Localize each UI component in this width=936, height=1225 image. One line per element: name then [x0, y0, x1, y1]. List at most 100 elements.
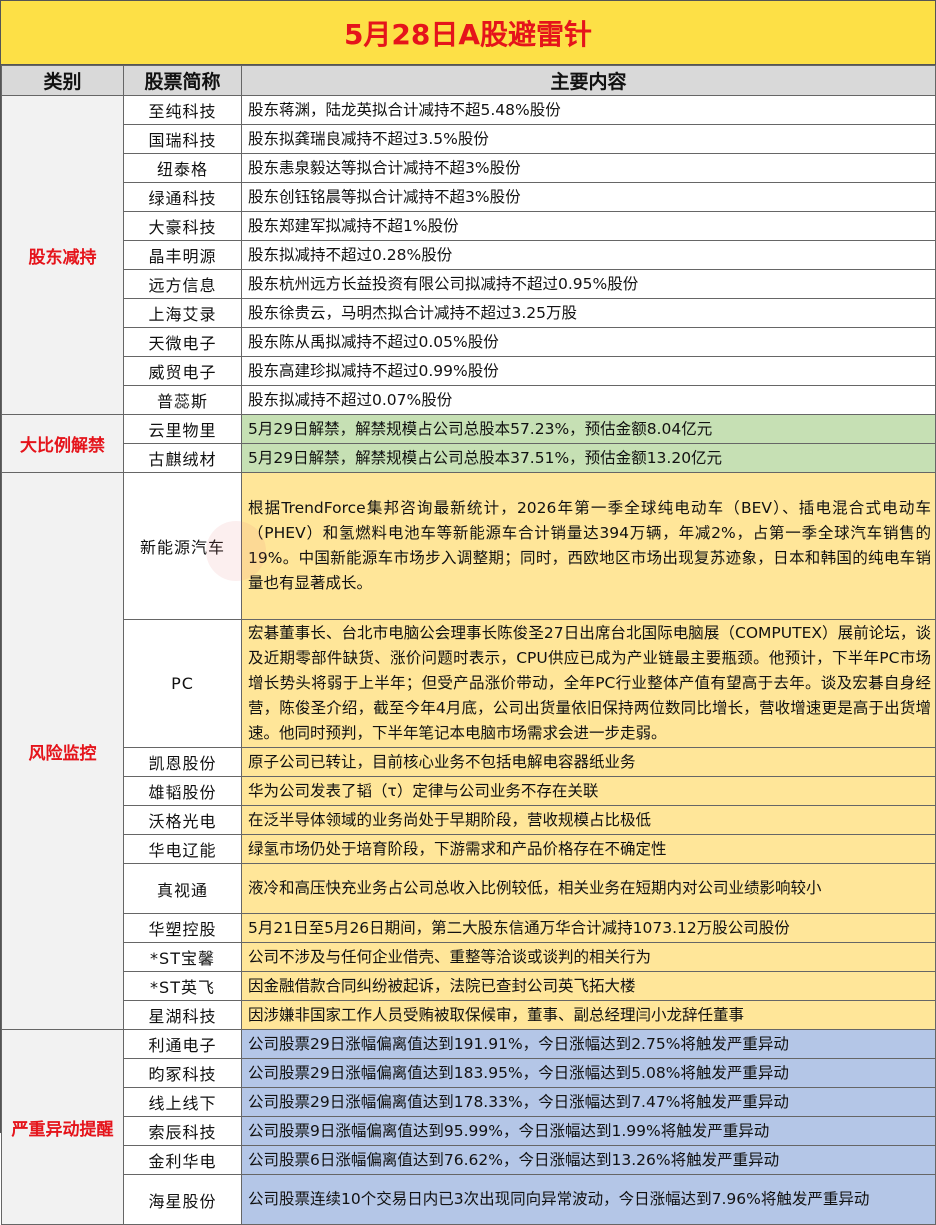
stock-name-cell: *ST英飞	[123, 971, 242, 1001]
table-row: 大豪科技 股东郑建军拟减持不超1%股份	[2, 211, 936, 241]
content-cell: 股东陈从禹拟减持不超过0.05%股份	[241, 327, 936, 357]
stock-name-cell: 上海艾录	[123, 298, 242, 328]
table-row: 大比例解禁 云里物里 5月29日解禁，解禁规模占公司总股本57.23%，预估金额8.…	[1, 414, 936, 473]
stock-name-cell: 绿通科技	[123, 182, 242, 212]
content-cell: 公司股票连续10个交易日内已3次出现同向异常波动，今日涨幅达到7.96%将触发严…	[241, 1174, 936, 1225]
content-cell: 股东徐贵云，马明杰拟合计减持不超过3.25万股	[241, 298, 936, 328]
stock-name-cell: 金利华电	[123, 1145, 242, 1175]
stock-alert-sheet: 5月28日A股避雷针 类别 股票简称 主要内容 股东减持 至纯科技 股东蒋渊，陆龙英…	[0, 0, 936, 1225]
stock-name-cell: 云里物里	[123, 414, 242, 444]
content-cell: 股东高建珍拟减持不超过0.99%股份	[241, 356, 936, 386]
stock-name-cell: 大豪科技	[123, 211, 242, 241]
table-row: 国瑞科技 股东拟龚瑞良减持不超过3.5%股份	[2, 124, 936, 154]
content-cell: 5月21日至5月26日期间，第二大股东信通万华合计减持1073.12万股公司股份	[241, 913, 936, 943]
table-row: 普蕊斯 股东拟减持不超过0.07%股份	[2, 385, 936, 415]
content-cell: 绿氢市场仍处于培育阶段，下游需求和产品价格存在不确定性	[241, 834, 936, 864]
stock-name-cell: 索辰科技	[123, 1116, 242, 1146]
sheet-title: 5月28日A股避雷针	[1, 1, 935, 65]
table-row: 凯恩股份 原子公司已转让，目前核心业务不包括电解电容器纸业务	[2, 747, 936, 777]
stock-name-cell: 沃格光电	[123, 805, 242, 835]
content-cell: 根据TrendForce集邦咨询最新统计，2026年第一季全球纯电动车（BEV）…	[241, 472, 936, 620]
content-cell: 因涉嫌非国家工作人员受贿被取保候审，董事、副总经理闫小龙辞任董事	[241, 1000, 936, 1030]
stock-name-cell: 纽泰格	[123, 153, 242, 183]
table-row: 上海艾录 股东徐贵云，马明杰拟合计减持不超过3.25万股	[2, 298, 936, 328]
table-row: 股东减持 至纯科技 股东蒋渊，陆龙英拟合计减持不超5.48%股份	[1, 95, 936, 415]
stock-name-cell: 华电辽能	[123, 834, 242, 864]
table-row: 风险监控 新能源汽车 根据TrendForce集邦咨询最新统计，2026年第一季全球…	[1, 472, 936, 1030]
table-row: 星湖科技 因涉嫌非国家工作人员受贿被取保候审，董事、副总经理闫小龙辞任董事	[2, 1000, 936, 1030]
content-cell: 股东拟龚瑞良减持不超过3.5%股份	[241, 124, 936, 154]
stock-name-cell: *ST宝馨	[123, 942, 242, 972]
header-category: 类别	[1, 65, 124, 96]
table-row: 严重异动提醒 利通电子 公司股票29日涨幅偏离值达到191.91%，今日涨幅达到2.…	[1, 1029, 936, 1225]
content-cell: 5月29日解禁，解禁规模占公司总股本37.51%，预估金额13.20亿元	[241, 443, 936, 473]
content-cell: 华为公司发表了韬（τ）定律与公司业务不存在关联	[241, 776, 936, 806]
content-cell: 公司股票29日涨幅偏离值达到183.95%，今日涨幅达到5.08%将触发严重异动	[241, 1058, 936, 1088]
table-row: 线上线下 公司股票29日涨幅偏离值达到178.33%，今日涨幅达到7.47%将触发…	[2, 1087, 936, 1117]
content-cell: 因金融借款合同纠纷被起诉，法院已查封公司英飞拓大楼	[241, 971, 936, 1001]
stock-name-cell: 普蕊斯	[123, 385, 242, 415]
stock-name-cell: 威贸电子	[123, 356, 242, 386]
header-row: 类别 股票简称 主要内容	[1, 65, 936, 96]
stock-name-cell: 线上线下	[123, 1087, 242, 1117]
stock-name-cell: 华塑控股	[123, 913, 242, 943]
table-row: 海星股份 公司股票连续10个交易日内已3次出现同向异常波动，今日涨幅达到7.96%…	[2, 1174, 936, 1225]
content-cell: 公司不涉及与任何企业借壳、重整等洽谈或谈判的相关行为	[241, 942, 936, 972]
category-cell: 风险监控	[1, 472, 124, 1030]
content-cell: 股东拟减持不超过0.07%股份	[241, 385, 936, 415]
table-row: 绿通科技 股东创钰铭晨等拟合计减持不超3%股份	[2, 182, 936, 212]
stock-name-cell: 国瑞科技	[123, 124, 242, 154]
content-cell: 股东杭州远方长益投资有限公司拟减持不超过0.95%股份	[241, 269, 936, 299]
stock-name-cell: 至纯科技	[123, 95, 242, 125]
stock-name-cell: 古麒绒材	[123, 443, 242, 473]
table-row: 纽泰格 股东恚泉毅达等拟合计减持不超3%股份	[2, 153, 936, 183]
table-row: 雄韬股份 华为公司发表了韬（τ）定律与公司业务不存在关联	[2, 776, 936, 806]
content-cell: 股东郑建军拟减持不超1%股份	[241, 211, 936, 241]
stock-name-cell: 星湖科技	[123, 1000, 242, 1030]
stock-name-cell: 昀冢科技	[123, 1058, 242, 1088]
stock-name-cell: PC	[123, 619, 242, 748]
content-cell: 宏碁董事长、台北市电脑公会理事长陈俊圣27日出席台北国际电脑展（COMPUTEX…	[241, 619, 936, 748]
table-row: 索辰科技 公司股票9日涨幅偏离值达到95.99%，今日涨幅达到1.99%将触发严重…	[2, 1116, 936, 1146]
table-row: 金利华电 公司股票6日涨幅偏离值达到76.62%，今日涨幅达到13.26%将触发严…	[2, 1145, 936, 1175]
content-cell: 公司股票29日涨幅偏离值达到178.33%，今日涨幅达到7.47%将触发严重异动	[241, 1087, 936, 1117]
content-cell: 股东恚泉毅达等拟合计减持不超3%股份	[241, 153, 936, 183]
stock-name-cell: 海星股份	[123, 1174, 242, 1225]
stock-name-cell: 天微电子	[123, 327, 242, 357]
stock-name-cell: 远方信息	[123, 269, 242, 299]
table-row: 沃格光电 在泛半导体领域的业务尚处于早期阶段，营收规模占比极低	[2, 805, 936, 835]
stock-name-cell: 凯恩股份	[123, 747, 242, 777]
table-row: 威贸电子 股东高建珍拟减持不超过0.99%股份	[2, 356, 936, 386]
content-cell: 液冷和高压快充业务占公司总收入比例较低，相关业务在短期内对公司业绩影响较小	[241, 863, 936, 914]
stock-name-cell: 新能源汽车	[123, 472, 242, 620]
table-row: 昀冢科技 公司股票29日涨幅偏离值达到183.95%，今日涨幅达到5.08%将触发…	[2, 1058, 936, 1088]
stock-name-cell: 雄韬股份	[123, 776, 242, 806]
content-cell: 5月29日解禁，解禁规模占公司总股本57.23%，预估金额8.04亿元	[241, 414, 936, 444]
content-cell: 公司股票29日涨幅偏离值达到191.91%，今日涨幅达到2.75%将触发严重异动	[241, 1029, 936, 1059]
alert-table-body: 股东减持 至纯科技 股东蒋渊，陆龙英拟合计减持不超5.48%股份 国瑞科技 股东拟龚瑞良…	[1, 95, 936, 1225]
header-content: 主要内容	[241, 65, 936, 96]
alert-table: 类别 股票简称 主要内容 股东减持 至纯科技 股东蒋渊，陆龙英拟合计减持不超5.48…	[1, 65, 936, 1225]
table-row: *ST宝馨 公司不涉及与任何企业借壳、重整等洽谈或谈判的相关行为	[2, 942, 936, 972]
content-cell: 原子公司已转让，目前核心业务不包括电解电容器纸业务	[241, 747, 936, 777]
table-row: *ST英飞 因金融借款合同纠纷被起诉，法院已查封公司英飞拓大楼	[2, 971, 936, 1001]
stock-name-cell: 真视通	[123, 863, 242, 914]
category-cell: 严重异动提醒	[1, 1029, 124, 1225]
content-cell: 公司股票6日涨幅偏离值达到76.62%，今日涨幅达到13.26%将触发严重异动	[241, 1145, 936, 1175]
content-cell: 公司股票9日涨幅偏离值达到95.99%，今日涨幅达到1.99%将触发严重异动	[241, 1116, 936, 1146]
header-name: 股票简称	[123, 65, 242, 96]
content-cell: 在泛半导体领域的业务尚处于早期阶段，营收规模占比极低	[241, 805, 936, 835]
table-row: 真视通 液冷和高压快充业务占公司总收入比例较低，相关业务在短期内对公司业绩影响较小	[2, 863, 936, 914]
table-row: 华电辽能 绿氢市场仍处于培育阶段，下游需求和产品价格存在不确定性	[2, 834, 936, 864]
category-cell: 大比例解禁	[1, 414, 124, 473]
stock-name-cell: 利通电子	[123, 1029, 242, 1059]
table-row: 古麒绒材 5月29日解禁，解禁规模占公司总股本37.51%，预估金额13.20亿元	[2, 443, 936, 473]
stock-name-cell: 晶丰明源	[123, 240, 242, 270]
content-cell: 股东拟减持不超过0.28%股份	[241, 240, 936, 270]
table-row: PC 宏碁董事长、台北市电脑公会理事长陈俊圣27日出席台北国际电脑展（COMPUT…	[2, 619, 936, 748]
table-row: 晶丰明源 股东拟减持不超过0.28%股份	[2, 240, 936, 270]
content-cell: 股东蒋渊，陆龙英拟合计减持不超5.48%股份	[241, 95, 936, 125]
category-cell: 股东减持	[1, 95, 124, 415]
table-row: 天微电子 股东陈从禹拟减持不超过0.05%股份	[2, 327, 936, 357]
table-row: 远方信息 股东杭州远方长益投资有限公司拟减持不超过0.95%股份	[2, 269, 936, 299]
